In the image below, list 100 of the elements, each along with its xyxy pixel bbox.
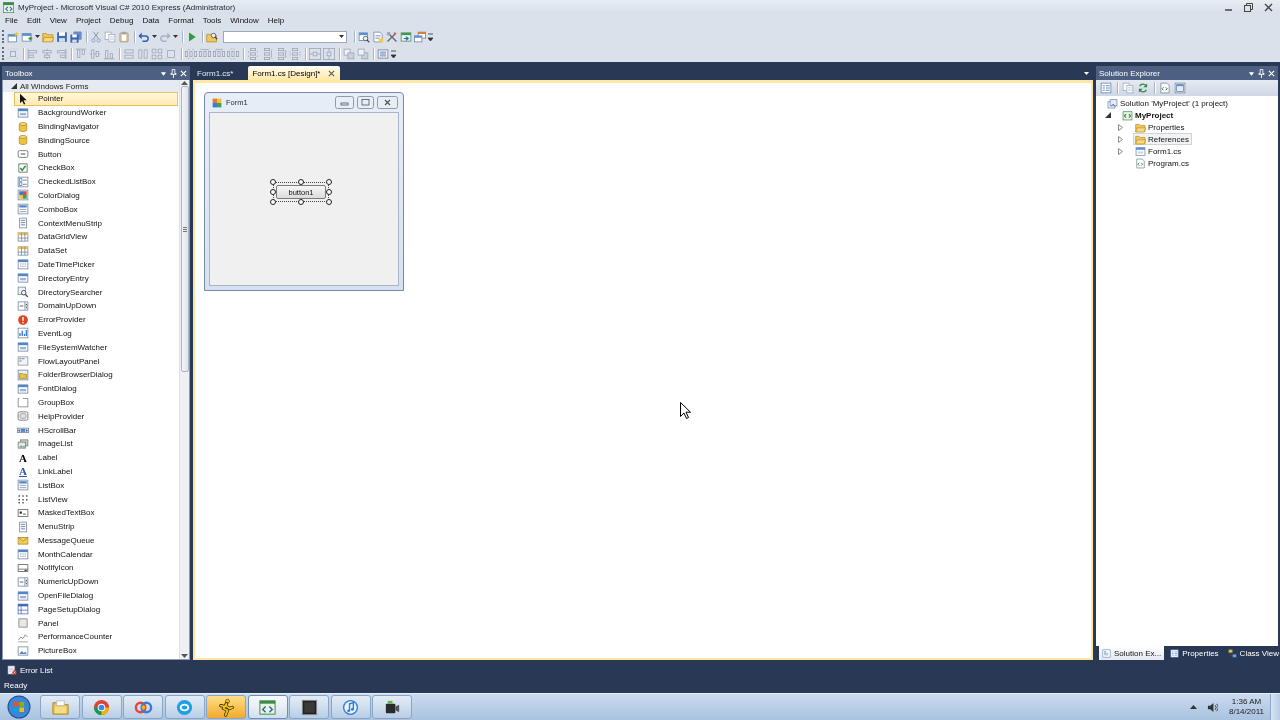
dropdown-caret-icon[interactable] [1248, 69, 1255, 77]
toolbox-item[interactable]: HelpProvider [14, 409, 178, 424]
show-desktop-button[interactable] [1270, 694, 1280, 720]
toolbox-group-header[interactable]: All Windows Forms [3, 80, 179, 92]
toolbox-item[interactable]: FileSystemWatcher [14, 340, 178, 355]
document-tab[interactable]: Form1.cs* [193, 66, 239, 80]
toolbox-item[interactable]: DataSet [14, 243, 178, 258]
align-to-grid-icon[interactable] [7, 47, 19, 60]
speaker-icon[interactable] [1207, 701, 1218, 713]
toolbox-item[interactable]: FolderBrowserDialog [14, 367, 178, 382]
toolbox-item[interactable]: NumericUpDown [14, 574, 178, 589]
floppy-disks-icon[interactable] [70, 30, 82, 43]
toolbox-item[interactable]: DirectorySearcher [14, 285, 178, 299]
close-icon[interactable] [1264, 2, 1273, 12]
toolbox-item[interactable]: PerformanceCounter [14, 630, 178, 644]
clock-time[interactable]: 1:36 AM [1231, 697, 1262, 707]
taskbar-button[interactable] [289, 695, 329, 719]
taskbar-button[interactable] [372, 695, 412, 719]
increase-vertical-spacing-icon[interactable] [261, 47, 273, 60]
start-orb-icon[interactable] [7, 695, 31, 719]
caret-down-icon[interactable] [35, 35, 40, 38]
scissors-icon[interactable] [90, 30, 102, 43]
caret-down-icon[interactable] [173, 35, 178, 38]
toolbox-item[interactable]: Panel [14, 616, 178, 631]
remove-horizontal-spacing-icon[interactable] [227, 47, 239, 60]
toolbox-item[interactable]: Pointer [14, 92, 178, 106]
menu-item[interactable]: Help [263, 14, 289, 28]
scroll-thumb[interactable] [180, 86, 189, 372]
play-icon[interactable] [186, 30, 198, 43]
toolbox-item[interactable]: MenuStrip [14, 519, 178, 534]
form-page-icon[interactable] [1174, 82, 1186, 94]
tree-item[interactable]: MyProject [1120, 109, 1177, 121]
clock-date[interactable]: 8/14/2011 [1229, 707, 1264, 717]
align-middle-icon[interactable] [89, 47, 101, 60]
toolbox-item[interactable]: HScrollBar [14, 423, 178, 437]
menu-item[interactable]: Debug [105, 14, 138, 28]
find-combo-field[interactable] [223, 30, 347, 43]
expand-arrow-icon[interactable] [1105, 112, 1111, 118]
menu-item[interactable]: Data [137, 14, 164, 28]
equal-horizontal-spacing-icon[interactable] [185, 47, 197, 60]
tree-item[interactable]: Program.cs [1133, 157, 1192, 169]
tool-window-tab[interactable]: Solution Ex... [1099, 646, 1165, 660]
toolbox-item[interactable]: CheckBox [14, 161, 178, 175]
error-list-tab[interactable]: Error List [4, 663, 56, 677]
toolbox-item[interactable]: ImageList [14, 436, 178, 451]
toolbox-item[interactable]: A LinkLabel [14, 464, 178, 479]
window-magnifier-icon[interactable] [358, 30, 370, 43]
remove-vertical-spacing-icon[interactable] [289, 47, 301, 60]
toolbox-item[interactable]: ListView [14, 492, 178, 506]
menu-item[interactable]: Edit [22, 14, 46, 28]
center-horizontally-icon[interactable] [309, 47, 321, 60]
toolbox-item[interactable]: NotifyIcon [14, 561, 178, 575]
undo-icon[interactable] [138, 30, 150, 43]
decrease-vertical-spacing-icon[interactable] [275, 47, 287, 60]
close-icon[interactable] [328, 69, 336, 77]
refresh-icon[interactable] [1137, 82, 1149, 94]
toolbox-item[interactable]: DirectoryEntry [14, 271, 178, 286]
menu-item[interactable]: Window [225, 14, 264, 28]
menu-item[interactable]: Format [163, 14, 199, 28]
restore-icon[interactable] [1244, 2, 1253, 12]
toolbox-item[interactable]: DateTimePicker [14, 257, 178, 272]
toolbox-item[interactable]: MonthCalendar [14, 547, 178, 562]
toolbox-item[interactable]: BindingNavigator [14, 119, 178, 134]
clipboard-icon[interactable] [118, 30, 130, 43]
toolbar-overflow-icon[interactable] [428, 32, 433, 41]
caret-down-icon[interactable] [152, 35, 157, 38]
tree-item[interactable]: Properties [1133, 121, 1188, 133]
toolbox-item[interactable]: EventLog [14, 326, 178, 341]
window-plus-icon[interactable] [21, 30, 33, 43]
bring-to-front-icon[interactable] [343, 47, 355, 60]
scroll-down-icon[interactable] [181, 654, 188, 658]
menu-item[interactable]: File [0, 14, 23, 28]
pages-icon[interactable] [1122, 82, 1134, 94]
toolbox-item[interactable]: MaskedTextBox [14, 505, 178, 520]
toolbox-item[interactable]: ComboBox [14, 202, 178, 217]
align-center-icon[interactable] [41, 47, 53, 60]
toolbox-item[interactable]: MessageQueue [14, 533, 178, 548]
tool-window-tab[interactable]: Properties [1167, 646, 1222, 660]
toolbox-item[interactable]: ErrorProvider [14, 312, 178, 327]
tab-list-caret-icon[interactable] [1084, 71, 1089, 75]
toolbox-item[interactable]: FontDialog [14, 381, 178, 396]
toolbox-item[interactable]: DomainUpDown [14, 298, 178, 313]
decrease-horizontal-spacing-icon[interactable] [213, 47, 225, 60]
tree-item[interactable]: Solution 'MyProject' (1 project) [1105, 97, 1231, 109]
expand-arrow-icon[interactable] [11, 83, 17, 89]
tree-item[interactable]: References [1133, 133, 1192, 145]
toolbox-item[interactable]: ContextMenuStrip [14, 216, 178, 230]
toolbox-item[interactable]: DataGridView [14, 229, 178, 244]
toolbox-item[interactable]: A Label [14, 450, 178, 465]
toolbox-item[interactable]: GroupBox [14, 395, 178, 410]
toolbox-item[interactable]: BindingSource [14, 133, 178, 148]
menu-item[interactable]: Tools [198, 14, 226, 28]
menu-item[interactable]: Project [71, 14, 106, 28]
caret-down-icon[interactable] [339, 35, 344, 38]
tool-window-tab[interactable]: Class View [1224, 646, 1280, 660]
tree-item[interactable]: Form1.cs [1133, 145, 1185, 157]
toolbox-item[interactable]: CheckedListBox [14, 174, 178, 189]
send-to-back-icon[interactable] [357, 47, 369, 60]
toolbox-item[interactable]: PageSetupDialog [14, 602, 178, 617]
folder-magnifier-icon[interactable] [206, 30, 218, 43]
